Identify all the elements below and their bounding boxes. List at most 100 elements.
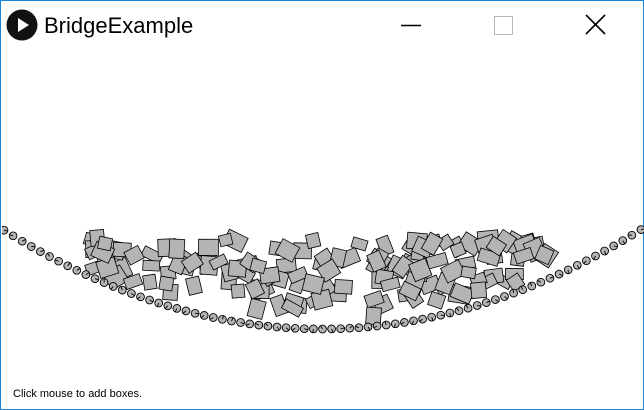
- bridge-link: [108, 282, 118, 291]
- falling-box: [96, 235, 114, 252]
- maximize-button[interactable]: [480, 1, 526, 49]
- bridge-link: [618, 236, 628, 245]
- bridge-link: [509, 288, 518, 298]
- bridge-link: [90, 274, 100, 284]
- falling-box: [333, 279, 353, 295]
- falling-box: [198, 238, 219, 256]
- bridge-link: [545, 273, 555, 283]
- maximize-icon: [494, 16, 513, 35]
- bridge-link: [454, 306, 464, 316]
- bridge-link: [99, 278, 109, 287]
- bridge-link: [336, 324, 346, 334]
- sketch-canvas[interactable]: [2, 51, 644, 409]
- falling-box: [185, 275, 203, 296]
- bridge-link: [63, 261, 73, 271]
- bridge-link: [372, 321, 382, 331]
- bridge-link: [236, 318, 245, 327]
- falling-box: [142, 259, 161, 272]
- bridge-link: [81, 270, 91, 279]
- bridge-link: [181, 306, 191, 316]
- bridge-link: [72, 265, 82, 275]
- bridge-link: [345, 323, 355, 333]
- falling-box: [168, 238, 186, 259]
- bridge-link: [600, 246, 609, 256]
- close-icon: [585, 14, 606, 35]
- bridge-link: [381, 320, 391, 330]
- bridge-link: [54, 256, 63, 266]
- bridge-link: [272, 322, 282, 332]
- bridge-link: [309, 324, 318, 334]
- bridge-link: [136, 292, 145, 302]
- minimize-icon: [401, 24, 421, 27]
- bridge-link: [591, 251, 600, 261]
- bridge-link: [491, 295, 500, 304]
- bridge-link: [254, 320, 264, 330]
- bridge-link: [199, 311, 209, 320]
- bridge-link: [481, 298, 491, 307]
- bridge-link: [418, 314, 427, 324]
- bridge-link: [563, 265, 573, 275]
- processing-play-icon: [6, 9, 38, 41]
- falling-box: [142, 273, 158, 291]
- bridge-link: [572, 260, 582, 270]
- falling-box: [304, 231, 322, 250]
- bridge-link: [208, 313, 218, 322]
- bridge-link: [154, 298, 164, 308]
- window-title: BridgeExample: [44, 13, 194, 38]
- falling-box: [217, 232, 234, 248]
- bridge-link: [463, 303, 473, 313]
- bridge-link: [409, 316, 418, 326]
- bridge-link: [627, 230, 637, 240]
- bridge-link: [163, 301, 173, 311]
- app-window: BridgeExample Click mouse to add boxes.: [0, 0, 644, 410]
- bridge-link: [281, 323, 291, 333]
- bridge-link: [436, 310, 446, 320]
- bridge-link: [26, 242, 36, 251]
- bridge-link: [400, 318, 409, 327]
- bridge-link: [127, 289, 136, 298]
- bridge-link: [609, 241, 619, 251]
- bridge-link: [172, 304, 182, 313]
- bridge-link: [327, 324, 336, 334]
- bridge-link: [500, 292, 509, 301]
- bridge-link: [472, 301, 482, 310]
- title-bar[interactable]: BridgeExample: [1, 1, 643, 51]
- bridge-link: [2, 225, 9, 235]
- close-button[interactable]: [572, 1, 618, 49]
- bridge-link: [363, 322, 373, 332]
- instruction-text: Click mouse to add boxes.: [13, 388, 143, 400]
- falling-box: [246, 297, 267, 320]
- bridge-link: [354, 323, 364, 333]
- bridge-link: [17, 236, 27, 246]
- bridge-link: [263, 321, 273, 331]
- falling-box: [427, 290, 447, 310]
- falling-box: [158, 275, 175, 292]
- bridge-link: [290, 323, 300, 333]
- bridge-link: [554, 269, 564, 279]
- falling-box: [301, 273, 325, 295]
- bridge-link: [218, 314, 227, 324]
- bridge-link: [8, 231, 18, 241]
- falling-box: [460, 265, 477, 280]
- bridge-link: [145, 295, 154, 305]
- falling-box: [230, 283, 246, 299]
- minimize-button[interactable]: [388, 1, 434, 49]
- bridge-link: [518, 285, 528, 295]
- bridge-link: [299, 324, 309, 334]
- bridge-link: [527, 281, 537, 291]
- bridge-link: [45, 252, 54, 261]
- falling-box: [470, 281, 488, 300]
- bridge-link: [636, 225, 644, 234]
- bridge-link: [318, 324, 327, 334]
- bridge-link: [445, 308, 455, 318]
- bridge-link: [245, 319, 255, 329]
- bridge-link: [582, 256, 591, 266]
- bridge-link: [390, 319, 400, 329]
- bridge-link: [36, 247, 45, 256]
- bridge-link: [227, 316, 236, 326]
- bridge-link: [117, 285, 127, 295]
- bridge-link: [536, 277, 546, 287]
- bridge-link: [427, 312, 437, 322]
- bridge-link: [190, 308, 200, 318]
- boxes-layer: [82, 228, 560, 326]
